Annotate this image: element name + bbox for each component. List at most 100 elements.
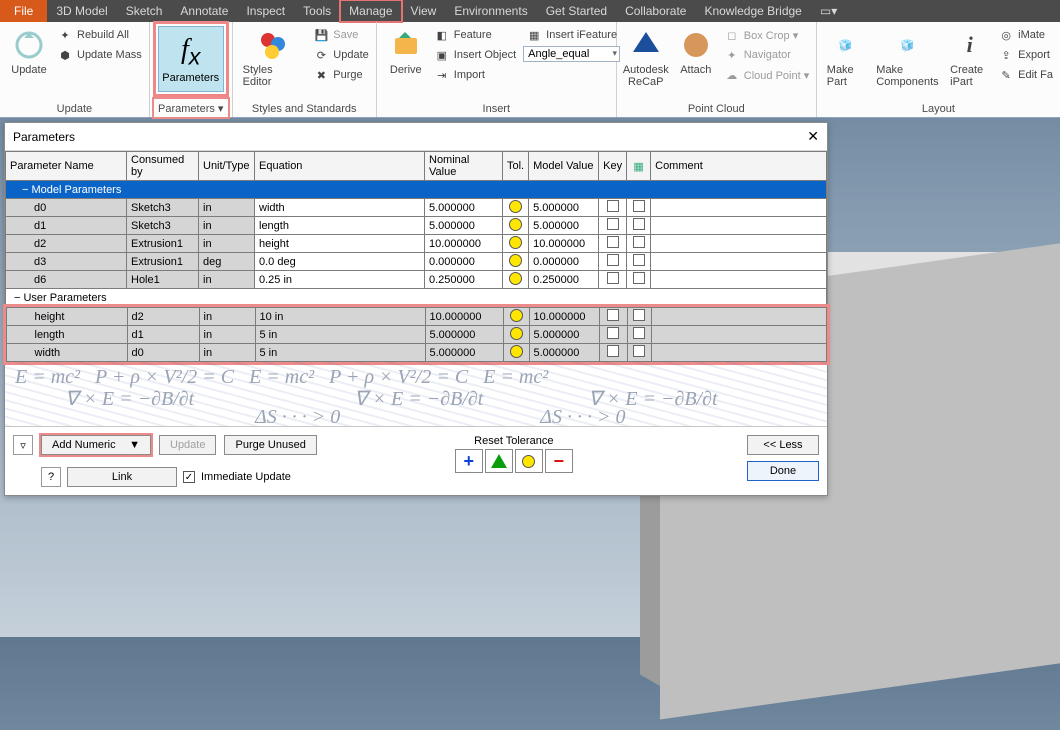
nav-icon: ✦ <box>724 47 740 63</box>
key-checkbox[interactable] <box>607 327 619 339</box>
recap-icon <box>629 28 663 62</box>
styles-update-button[interactable]: ⟳Update <box>310 46 371 64</box>
key-checkbox[interactable] <box>607 345 619 357</box>
tol-icon[interactable] <box>510 327 523 340</box>
table-row[interactable]: d0Sketch3inwidth 5.000000 5.000000 <box>6 199 827 217</box>
hdr-tol[interactable]: Tol. <box>503 152 529 181</box>
table-row[interactable]: heightd2in10 in 10.000000 10.000000 <box>6 308 826 326</box>
create-ipart-button[interactable]: iCreate iPart <box>944 24 995 100</box>
tol-plus-button[interactable]: + <box>455 449 483 473</box>
hdr-comment[interactable]: Comment <box>651 152 827 181</box>
export-checkbox[interactable] <box>633 218 645 230</box>
make-components-button[interactable]: 🧊Make Components <box>871 24 944 100</box>
plus-icon: + <box>464 451 475 472</box>
help-icon[interactable]: ? <box>41 467 61 487</box>
derive-button[interactable]: Derive <box>381 24 431 100</box>
key-checkbox[interactable] <box>607 236 619 248</box>
chevron-down-icon: ▼ <box>129 439 140 451</box>
tol-icon[interactable] <box>509 218 522 231</box>
export-checkbox[interactable] <box>633 236 645 248</box>
menu-collaborate[interactable]: Collaborate <box>616 0 695 22</box>
menu-file[interactable]: File <box>0 0 47 22</box>
key-checkbox[interactable] <box>607 309 619 321</box>
export-button[interactable]: ⇪Export <box>995 46 1056 64</box>
angle-equal-combo[interactable]: Angle_equal <box>523 46 620 62</box>
imate-button[interactable]: ◎iMate <box>995 26 1056 44</box>
link-button[interactable]: Link <box>67 467 177 487</box>
tol-icon[interactable] <box>510 309 523 322</box>
key-checkbox[interactable] <box>607 218 619 230</box>
menu-annotate[interactable]: Annotate <box>171 0 237 22</box>
menu-knowledge[interactable]: Knowledge Bridge <box>695 0 810 22</box>
table-row[interactable]: d3Extrusion1deg0.0 deg 0.000000 0.000000 <box>6 253 827 271</box>
make-part-button[interactable]: 🧊Make Part <box>821 24 871 100</box>
attach-button[interactable]: Attach <box>671 24 721 100</box>
import-button[interactable]: ⇥Import <box>431 66 519 84</box>
key-checkbox[interactable] <box>607 200 619 212</box>
insert-object-button[interactable]: ▣Insert Object <box>431 46 519 64</box>
menu-inspect[interactable]: Inspect <box>237 0 294 22</box>
menu-manage[interactable]: Manage <box>340 0 401 22</box>
parameters-button[interactable]: fx Parameters <box>158 26 224 92</box>
group-parameters-label[interactable]: Parameters ▾ <box>154 99 228 117</box>
hdr-mv[interactable]: Model Value <box>529 152 599 181</box>
rebuild-all-button[interactable]: ✦Rebuild All <box>54 26 145 44</box>
hdr-eq[interactable]: Equation <box>255 152 425 181</box>
export-checkbox[interactable] <box>633 254 645 266</box>
feature-icon: ◧ <box>434 27 450 43</box>
table-row[interactable]: widthd0in5 in 5.000000 5.000000 <box>6 344 826 362</box>
editfa-button[interactable]: ✎Edit Fa <box>995 66 1056 84</box>
add-numeric-button[interactable]: Add Numeric▼ <box>41 435 151 455</box>
key-checkbox[interactable] <box>607 254 619 266</box>
tol-icon[interactable] <box>509 254 522 267</box>
tol-icon[interactable] <box>510 345 523 358</box>
export-checkbox[interactable] <box>633 345 645 357</box>
tol-icon[interactable] <box>509 272 522 285</box>
tol-icon[interactable] <box>509 236 522 249</box>
tol-tri-button[interactable] <box>485 449 513 473</box>
less-button[interactable]: << Less <box>747 435 819 455</box>
immediate-update-checkbox[interactable]: ✓ <box>183 471 195 483</box>
hdr-key[interactable]: Key <box>599 152 627 181</box>
insert-ifeature-button[interactable]: ▦Insert iFeature <box>523 26 620 44</box>
menu-3dmodel[interactable]: 3D Model <box>47 0 116 22</box>
filter-icon[interactable]: ▿ <box>13 435 33 455</box>
key-checkbox[interactable] <box>607 272 619 284</box>
tol-circle-button[interactable] <box>515 449 543 473</box>
hdr-name[interactable]: Parameter Name <box>6 152 127 181</box>
hdr-consumed[interactable]: Consumed by <box>127 152 199 181</box>
menu-view[interactable]: View <box>402 0 446 22</box>
save-icon: 💾 <box>313 27 329 43</box>
hdr-unit[interactable]: Unit/Type <box>199 152 255 181</box>
menu-overflow-icon[interactable]: ▭▾ <box>811 0 846 22</box>
hdr-export-icon[interactable]: ▦ <box>627 152 651 181</box>
export-checkbox[interactable] <box>633 327 645 339</box>
styles-editor-button[interactable]: Styles Editor <box>237 24 311 100</box>
table-row[interactable]: d2Extrusion1inheight 10.000000 10.000000 <box>6 235 827 253</box>
styles-purge-button[interactable]: ✖Purge <box>310 66 371 84</box>
table-row[interactable]: d6Hole1in0.25 in 0.250000 0.250000 <box>6 271 827 289</box>
close-icon[interactable]: ✕ <box>807 128 819 145</box>
menu-environments[interactable]: Environments <box>445 0 536 22</box>
export-checkbox[interactable] <box>633 309 645 321</box>
hdr-nom[interactable]: Nominal Value <box>425 152 503 181</box>
menu-getstarted[interactable]: Get Started <box>537 0 616 22</box>
section-user[interactable]: − User Parameters <box>6 289 827 307</box>
edit-icon: ✎ <box>998 67 1014 83</box>
menu-sketch[interactable]: Sketch <box>117 0 172 22</box>
tol-icon[interactable] <box>509 200 522 213</box>
export-checkbox[interactable] <box>633 200 645 212</box>
export-checkbox[interactable] <box>633 272 645 284</box>
table-row[interactable]: lengthd1in5 in 5.000000 5.000000 <box>6 326 826 344</box>
purge-unused-button[interactable]: Purge Unused <box>224 435 316 455</box>
done-button[interactable]: Done <box>747 461 819 481</box>
recap-button[interactable]: Autodesk ReCaP <box>621 24 671 100</box>
update-mass-button[interactable]: ⬢Update Mass <box>54 46 145 64</box>
insert-feature-button[interactable]: ◧Feature <box>431 26 519 44</box>
menu-tools[interactable]: Tools <box>294 0 340 22</box>
table-row[interactable]: d1Sketch3inlength 5.000000 5.000000 <box>6 217 827 235</box>
update-button[interactable]: Update <box>4 24 54 100</box>
section-model[interactable]: − Model Parameters <box>6 181 827 199</box>
rebuild-icon: ✦ <box>57 27 73 43</box>
tol-minus-button[interactable]: − <box>545 449 573 473</box>
